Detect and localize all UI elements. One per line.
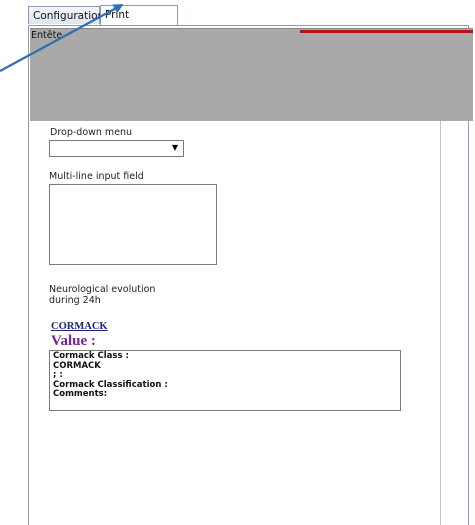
annotation-arrow-icon [0, 4, 124, 72]
